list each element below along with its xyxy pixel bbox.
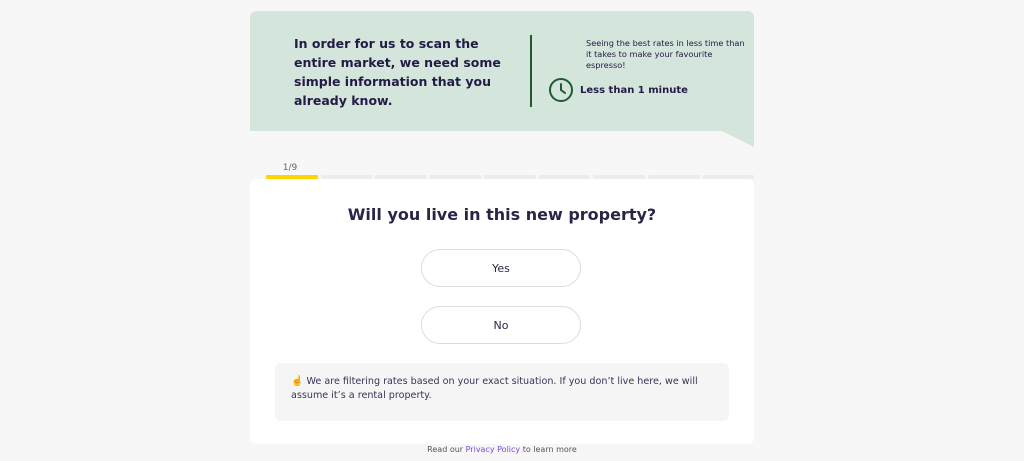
footer-suffix: to learn more [522, 445, 577, 454]
privacy-policy-link[interactable]: Privacy Policy [466, 445, 521, 454]
duration-row: Less than 1 minute [548, 77, 688, 103]
banner-headline: In order for us to scan the entire marke… [294, 36, 501, 108]
privacy-footer: Read our Privacy Policy to learn more [250, 445, 754, 454]
question-card: Will you live in this new property? Yes … [250, 179, 754, 444]
no-button[interactable]: No [421, 306, 581, 344]
banner-divider [530, 35, 532, 107]
info-note: ☝️ We are filtering rates based on your e… [275, 363, 729, 421]
info-banner: In order for us to scan the entire marke… [250, 11, 754, 131]
clock-icon [549, 78, 573, 102]
step-counter: 1/9 [282, 163, 298, 173]
yes-button[interactable]: Yes [421, 249, 581, 287]
pointing-up-icon: ☝️ [291, 376, 304, 387]
footer-prefix: Read our [427, 445, 464, 454]
banner-aside-text: Seeing the best rates in less time than … [586, 38, 745, 70]
duration-label: Less than 1 minute [580, 84, 688, 96]
note-text: We are filtering rates based on your exa… [291, 376, 698, 401]
question-title: Will you live in this new property? [347, 205, 657, 224]
banner-tail [722, 131, 754, 147]
